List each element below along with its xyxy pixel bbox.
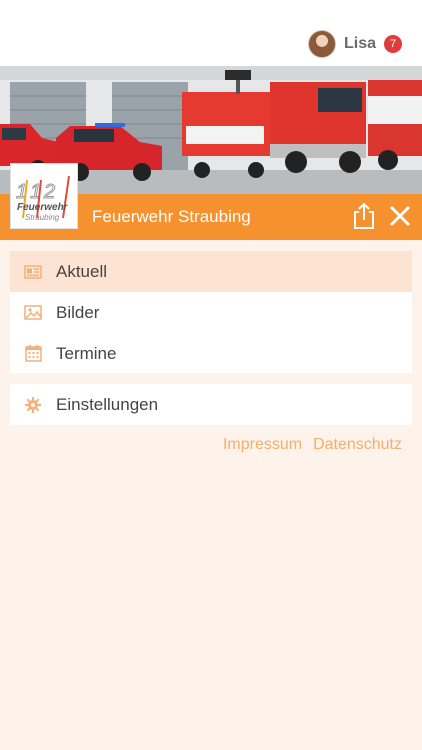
menu-item-label: Bilder <box>56 302 100 322</box>
svg-text:Straubing: Straubing <box>25 213 60 222</box>
close-icon[interactable] <box>388 204 412 228</box>
top-bar: Lisa 7 <box>0 0 422 66</box>
user-name[interactable]: Lisa <box>344 35 376 53</box>
footer-links: Impressum Datenschutz <box>223 436 402 454</box>
notification-badge[interactable]: 7 <box>384 35 402 53</box>
svg-text:Feuerwehr: Feuerwehr <box>17 202 69 213</box>
organization-name: Feuerwehr Straubing <box>92 207 251 226</box>
avatar[interactable] <box>307 30 336 58</box>
gear-icon <box>24 396 42 414</box>
menu-item-aktuell[interactable]: Aktuell <box>10 251 412 292</box>
organization-logo: 1 1 2 Feuerwehr Straubing <box>10 163 78 229</box>
menu-item-einstellungen[interactable]: Einstellungen <box>10 384 412 425</box>
settings-menu: Einstellungen <box>10 384 412 425</box>
image-icon <box>24 304 42 322</box>
user-profile[interactable]: Lisa 7 <box>307 30 402 58</box>
impressum-link[interactable]: Impressum <box>223 436 302 454</box>
calendar-icon <box>24 345 42 363</box>
menu-item-bilder[interactable]: Bilder <box>10 292 412 333</box>
svg-text:2: 2 <box>43 181 55 203</box>
menu-item-termine[interactable]: Termine <box>10 333 412 374</box>
share-icon[interactable] <box>351 202 377 230</box>
newspaper-icon <box>24 263 42 281</box>
menu-item-label: Einstellungen <box>56 394 159 414</box>
menu-item-label: Termine <box>56 343 117 363</box>
main-menu: Aktuell Bilder Termine <box>10 251 412 373</box>
datenschutz-link[interactable]: Datenschutz <box>313 436 402 454</box>
menu-item-label: Aktuell <box>56 261 108 281</box>
